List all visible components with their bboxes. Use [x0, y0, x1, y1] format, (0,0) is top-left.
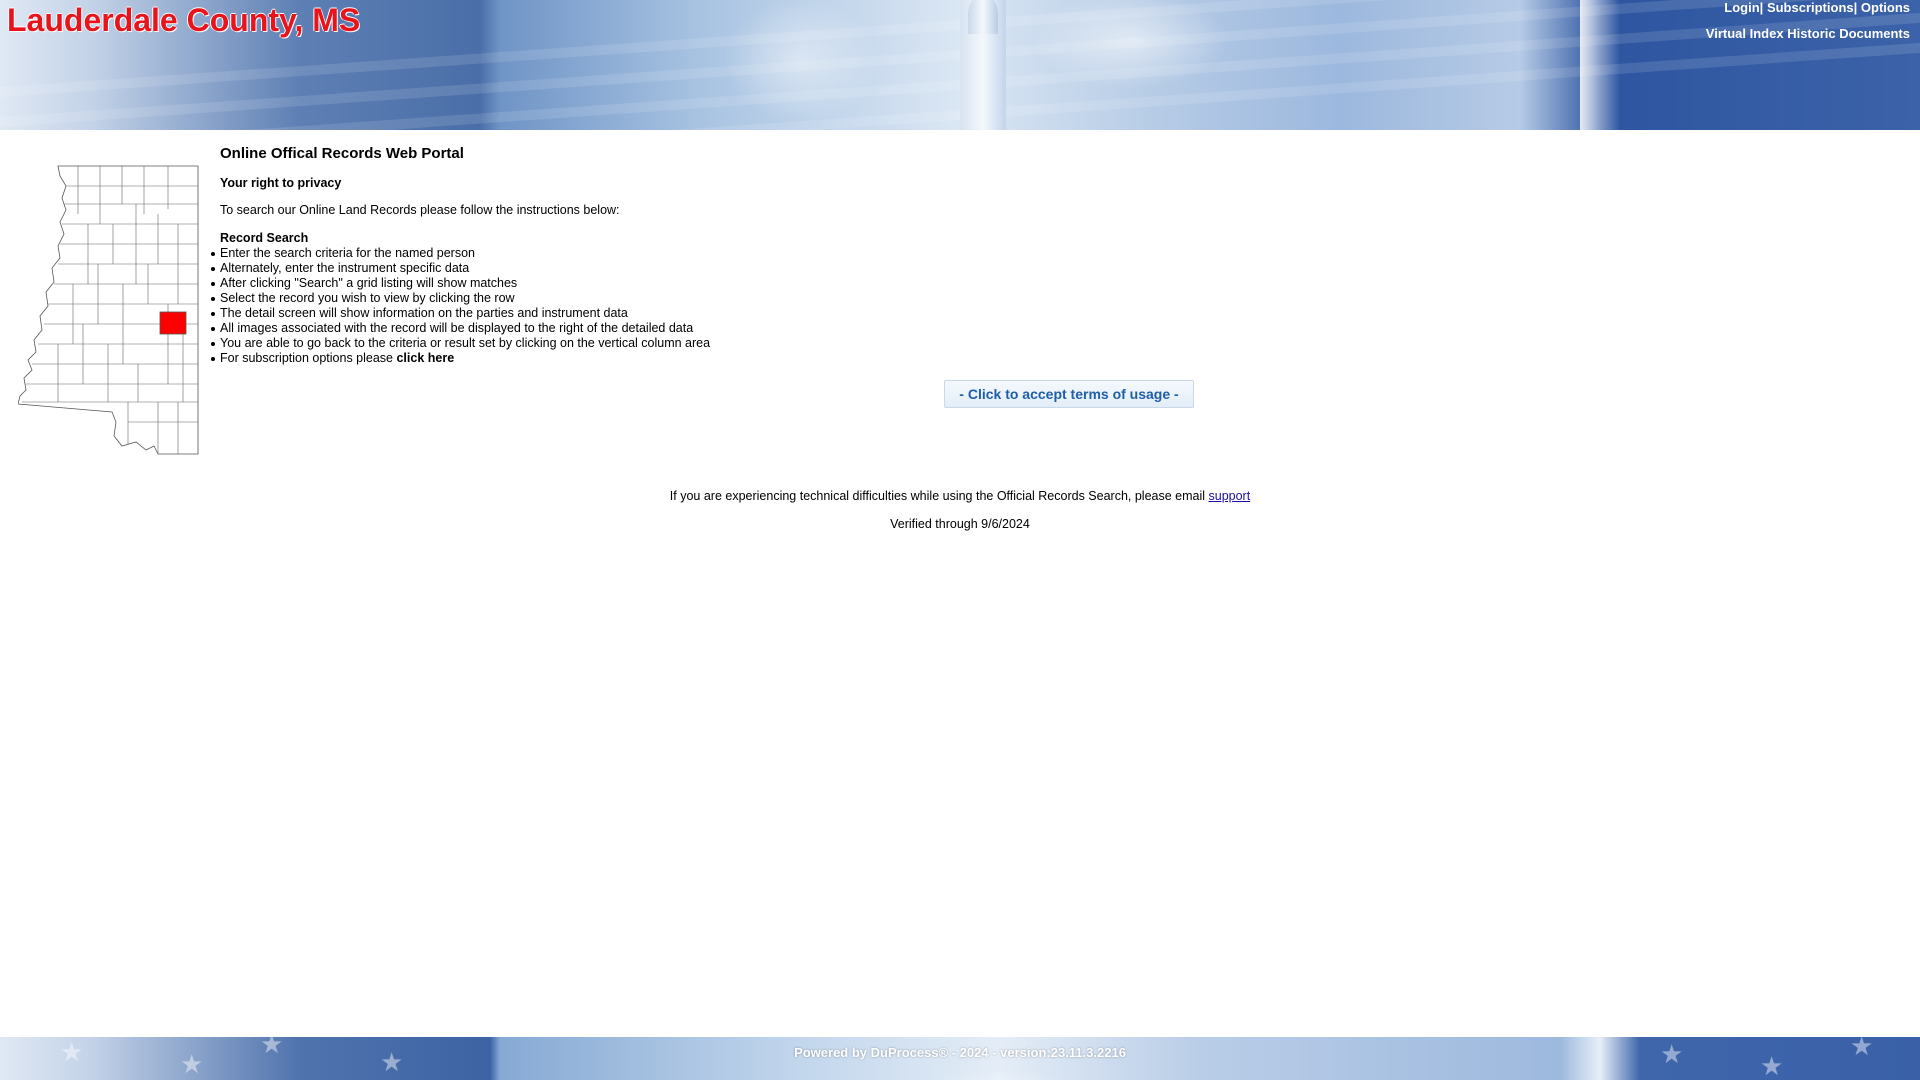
list-item: Enter the search criteria for the named … [211, 246, 1320, 261]
subscription-click-here-link[interactable]: click here [396, 351, 454, 365]
support-line: If you are experiencing technical diffic… [0, 489, 1920, 503]
powered-by-text: Powered by DuProcess® - 2024 - version:2… [794, 1045, 1126, 1060]
mississippi-county-map-icon [18, 165, 199, 455]
nav-separator: | [1759, 0, 1764, 15]
list-item: Select the record you wish to view by cl… [211, 291, 1320, 306]
list-item: For subscription options please click he… [211, 351, 1320, 366]
main-content: Online Offical Records Web Portal Your r… [211, 145, 1320, 366]
support-text: If you are experiencing technical diffic… [669, 489, 1209, 503]
list-item: Alternately, enter the instrument specif… [211, 261, 1320, 276]
verified-date: Verified through 9/6/2024 [890, 517, 1030, 531]
list-item: After clicking "Search" a grid listing w… [211, 276, 1320, 291]
record-search-heading: Record Search [220, 231, 309, 245]
accept-terms-button[interactable]: - Click to accept terms of usage - [944, 380, 1194, 408]
list-item: The detail screen will show information … [211, 306, 1320, 321]
list-item: You are able to go back to the criteria … [211, 336, 1320, 351]
lauderdale-county-highlight [159, 311, 187, 335]
intro-text: To search our Online Land Records please… [220, 203, 620, 217]
footer-banner: ★ ★ ★ ★ ★ ★ ★ Powered by DuProcess® - 20… [0, 1037, 1920, 1080]
instructions-list: Enter the search criteria for the named … [211, 246, 1320, 366]
subscription-text: For subscription options please [220, 351, 397, 365]
list-item: All images associated with the record wi… [211, 321, 1320, 336]
privacy-heading[interactable]: Your right to privacy [220, 176, 1320, 191]
top-navigation: Login| Subscriptions| Options Virtual In… [1706, 0, 1910, 41]
login-link[interactable]: Login [1724, 0, 1759, 15]
nav-separator: | [1853, 0, 1858, 15]
county-title: Lauderdale County, MS [7, 2, 361, 38]
options-link[interactable]: Options [1861, 0, 1910, 15]
banner-fade [1580, 0, 1620, 130]
portal-title: Online Offical Records Web Portal [220, 145, 464, 162]
support-email-link[interactable]: support [1209, 489, 1251, 503]
capitol-dome-decoration [968, 0, 998, 34]
virtual-index-link[interactable]: Virtual Index Historic Documents [1706, 26, 1910, 41]
header-banner: Lauderdale County, MS Login| Subscriptio… [0, 0, 1920, 130]
subscriptions-link[interactable]: Subscriptions [1767, 0, 1854, 15]
